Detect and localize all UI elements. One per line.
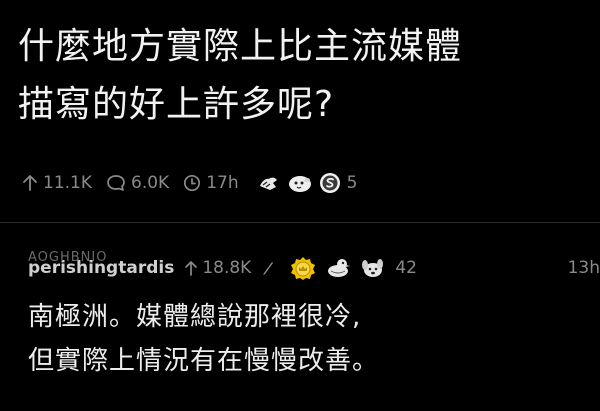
- post-comment-count: 6.0K: [131, 173, 170, 193]
- comment-awards[interactable]: 42: [289, 256, 417, 280]
- comment-body: 南極洲。媒體總說那裡很冷, 但實際上情況有在慢慢改善。: [28, 295, 588, 383]
- post-age: 17h: [183, 173, 239, 193]
- comment-body-line-1: 南極洲。媒體總說那裡很冷,: [28, 302, 362, 332]
- comment-timestamp: 13h: [567, 258, 600, 278]
- dog-award-icon: [359, 257, 385, 279]
- wholesome-seal-award-icon: [287, 172, 313, 194]
- crown-medal-award-icon: [289, 256, 317, 280]
- post-meta-bar: 11.1K 6.0K 17h 5: [22, 166, 357, 200]
- helpful-hands-award-icon: [257, 172, 281, 194]
- edited-pencil-icon: [261, 260, 275, 276]
- comment-upvote-button[interactable]: 18.8K: [184, 258, 251, 278]
- comment-body-line-2: 但實際上情況有在慢慢改善。: [28, 346, 380, 376]
- post-title[interactable]: 什麼地方實際上比主流媒體 描寫的好上許多呢?: [18, 18, 588, 134]
- comment-score: 18.8K: [202, 258, 252, 278]
- comment-author[interactable]: AOGHBNIO perishingtardis: [28, 250, 174, 278]
- silver-coin-award-icon: [319, 172, 341, 194]
- post-upvote-count: 11.1K: [43, 173, 92, 193]
- author-overlay-text: AOGHBNIO: [28, 250, 108, 265]
- post-age-label: 17h: [206, 173, 239, 193]
- top-comment: AOGHBNIO perishingtardis 18.8K 42 13h 南極…: [0, 223, 600, 411]
- post-title-line-2: 描寫的好上許多呢?: [18, 84, 335, 125]
- post-title-line-1: 什麼地方實際上比主流媒體: [18, 26, 463, 67]
- post-upvote-button[interactable]: 11.1K: [22, 173, 92, 193]
- post-comments-button[interactable]: 6.0K: [106, 173, 169, 193]
- clock-icon: [183, 174, 201, 192]
- arrow-up-icon: [22, 174, 38, 192]
- post: 什麼地方實際上比主流媒體 描寫的好上許多呢? 11.1K 6.0K 17h 5: [0, 0, 600, 222]
- post-awards[interactable]: 5: [257, 172, 358, 194]
- duck-award-icon: [325, 257, 351, 279]
- comment-header: AOGHBNIO perishingtardis 18.8K 42 13h: [28, 250, 600, 281]
- comment-bubble-icon: [106, 174, 126, 192]
- arrow-up-icon: [184, 260, 198, 277]
- comment-award-count: 42: [395, 258, 417, 278]
- post-award-count: 5: [346, 173, 358, 193]
